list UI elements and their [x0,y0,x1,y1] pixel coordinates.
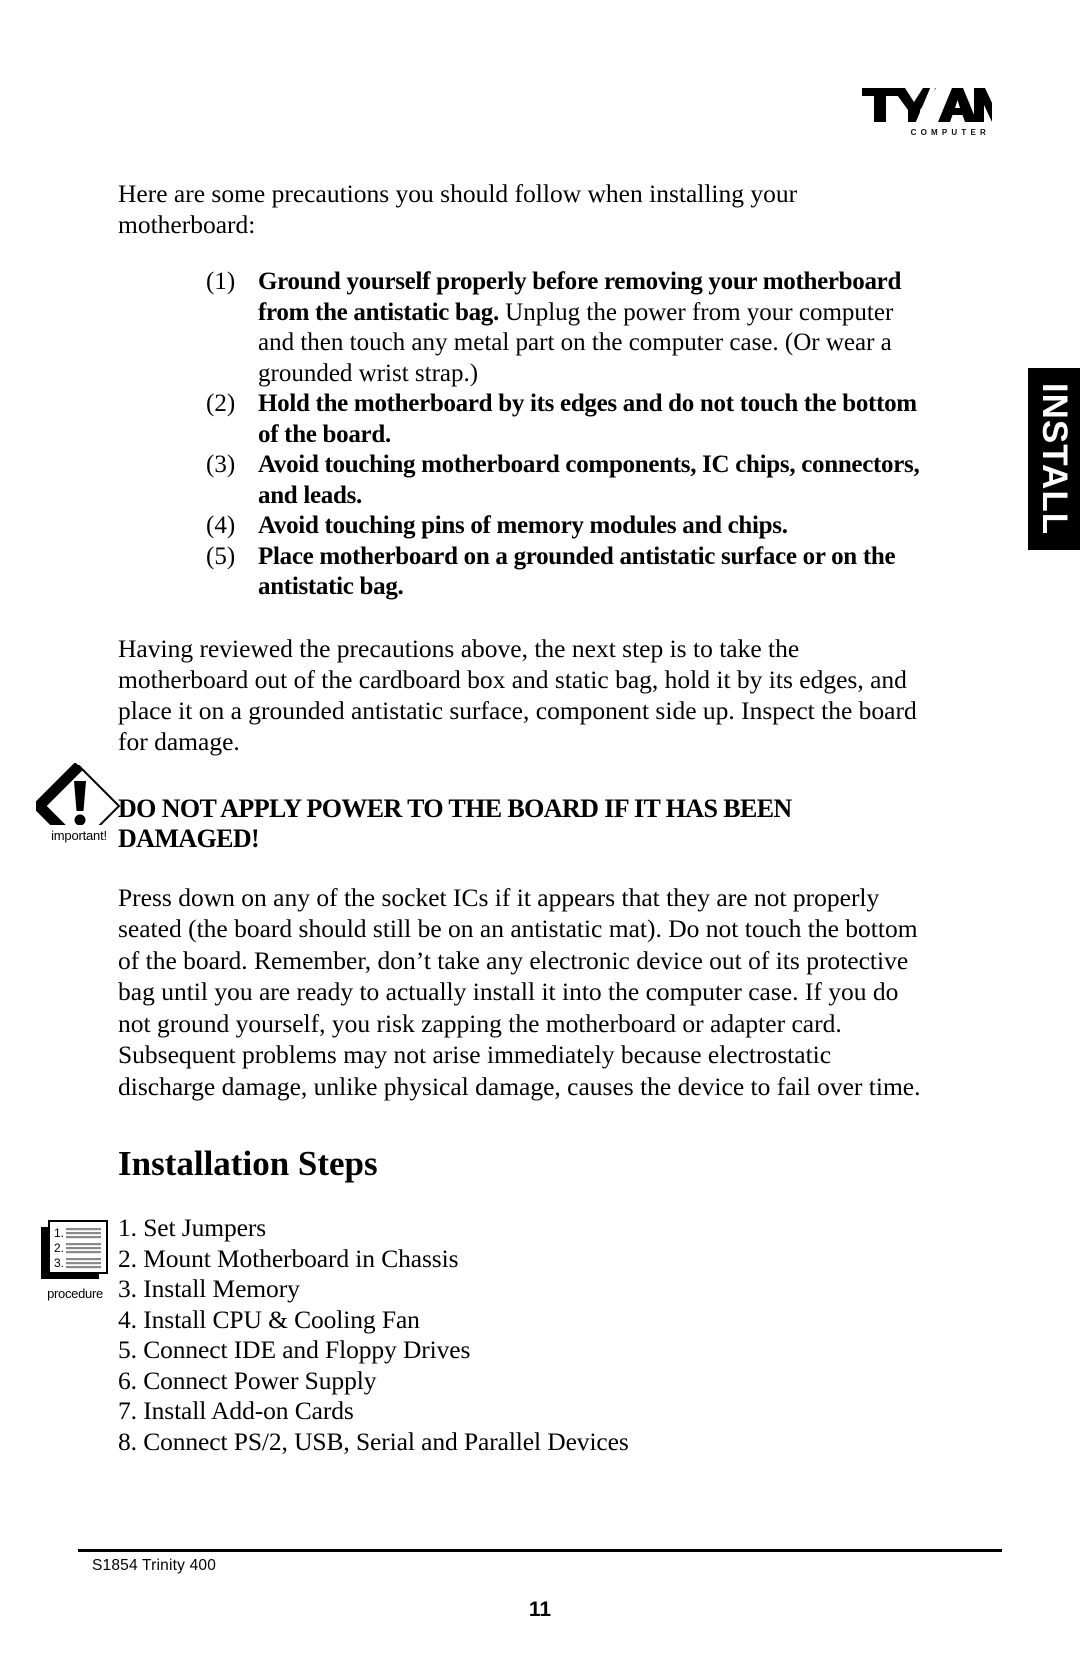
precaution-text: Avoid touching motherboard components, I… [258,451,920,509]
important-icon-wrap: important! [31,761,125,850]
precaution-text: Hold the motherboard by its edges and do… [258,390,917,448]
page-content: Here are some precautions you should fol… [31,178,930,1457]
installation-steps-list: 1. Set Jumpers 2. Mount Motherboard in C… [118,1213,930,1457]
step-item: 4. Install CPU & Cooling Fan [118,1304,420,1334]
precaution-item: (1) Ground yourself properly before remo… [118,267,930,389]
svg-text:2.: 2. [54,1241,64,1255]
precaution-number: (3) [206,451,236,478]
step-item: 6. Connect Power Supply [118,1365,377,1395]
important-exclamation-icon [31,761,125,850]
installation-steps-section: 1. 2. 3. procedure 1. Set Jumpers 2. Mou… [41,1213,930,1457]
important-icon-caption: important! [51,827,107,843]
step-item: 7. Install Add-on Cards [118,1396,354,1426]
precaution-item: (4) Avoid touching pins of memory module… [118,511,930,542]
press-down-paragraph: Press down on any of the socket ICs if i… [118,882,921,1101]
precaution-number: (4) [206,512,236,539]
footer-model-name: S1854 Trinity 400 [92,1557,217,1574]
procedure-icon-caption: procedure [47,1286,103,1302]
precaution-number: (1) [206,268,236,295]
page-number: 11 [528,1598,552,1621]
warning-text: DO NOT APPLY POWER TO THE BOARD IF IT HA… [118,793,792,853]
step-item: 5. Connect IDE and Floppy Drives [118,1335,471,1365]
intro-paragraph: Here are some precautions you should fol… [118,179,798,239]
precaution-text: Ground yourself properly before removing… [258,268,902,387]
precautions-list: (1) Ground yourself properly before remo… [118,267,930,603]
section-tab-install: INSTALL [1028,368,1080,550]
footer-divider [78,1549,1002,1552]
review-paragraph: Having reviewed the precautions above, t… [118,633,917,756]
step-item: 1. Set Jumpers [118,1213,267,1243]
precaution-text: Avoid touching pins of memory modules an… [258,512,788,539]
precaution-text: Place motherboard on a grounded antistat… [258,542,896,601]
precaution-number: (5) [206,542,236,570]
procedure-list-icon: 1. 2. 3. [39,1220,111,1285]
svg-text:3.: 3. [54,1256,64,1270]
step-item: 3. Install Memory [118,1274,300,1304]
precaution-item: (5) Place motherboard on a grounded anti… [118,542,930,603]
procedure-icon-wrap: 1. 2. 3. procedure [36,1219,114,1301]
installation-steps-heading: Installation Steps [118,1144,378,1183]
tyan-wordmark-icon [852,86,1003,126]
tyan-logo: COMPUTER [852,86,1003,137]
warning-callout: important! DO NOT APPLY POWER TO THE BOA… [31,761,930,854]
section-tab-label: INSTALL [1035,382,1074,536]
step-item: 2. Mount Motherboard in Chassis [118,1243,459,1273]
precaution-number: (2) [206,390,236,417]
tyan-logo-subtext: COMPUTER [910,128,990,137]
svg-text:1.: 1. [54,1226,64,1240]
precaution-item: (2) Hold the motherboard by its edges an… [118,389,930,450]
step-item: 8. Connect PS/2, USB, Serial and Paralle… [118,1426,629,1456]
precaution-item: (3) Avoid touching motherboard component… [118,450,930,511]
